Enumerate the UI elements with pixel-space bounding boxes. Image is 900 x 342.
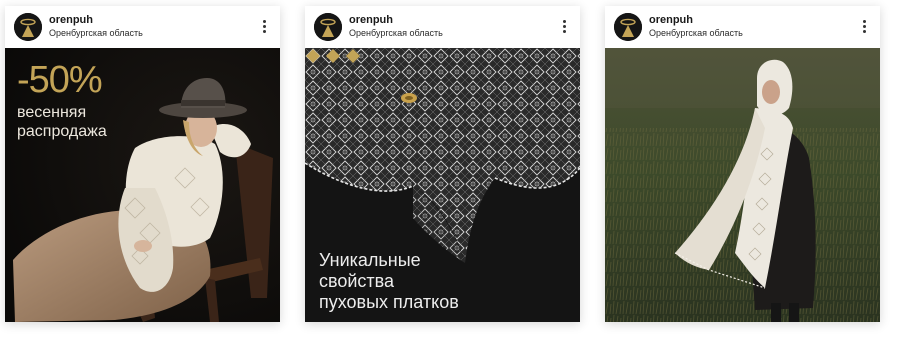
post-header: orenpuh Оренбургская область <box>605 6 880 48</box>
promo-line: распродажа <box>17 123 107 140</box>
avatar[interactable] <box>314 13 342 41</box>
gold-diamond-icon <box>306 49 320 63</box>
gold-halo-logo-icon <box>614 13 642 41</box>
post-card-spring-sale[interactable]: orenpuh Оренбургская область -50% весенн… <box>5 6 280 322</box>
post-header: orenpuh Оренбургская область <box>5 6 280 48</box>
more-options-icon[interactable] <box>258 18 270 36</box>
woman-in-field-photo <box>605 48 880 322</box>
post-image[interactable] <box>605 48 880 322</box>
gold-halo-logo-icon <box>14 13 42 41</box>
post-image[interactable]: Уникальные свойства пуховых платков <box>305 48 580 322</box>
headline-line: Уникальные <box>319 250 421 270</box>
headline-line: свойства <box>319 271 395 291</box>
headline-line: пуховых платков <box>319 292 459 312</box>
avatar[interactable] <box>14 13 42 41</box>
location[interactable]: Оренбургская область <box>649 28 743 39</box>
gold-diamond-icon <box>346 49 360 63</box>
post-card-field-shawl[interactable]: orenpuh Оренбургская область <box>605 6 880 322</box>
post-image[interactable]: -50% весенняя распродажа <box>5 48 280 322</box>
username[interactable]: orenpuh <box>49 14 93 27</box>
more-options-icon[interactable] <box>558 18 570 36</box>
location[interactable]: Оренбургская область <box>349 28 443 39</box>
promo-discount: -50% <box>17 59 103 101</box>
post-card-unique-properties[interactable]: orenpuh Оренбургская область Уникальные … <box>305 6 580 322</box>
username[interactable]: orenpuh <box>649 14 693 27</box>
location[interactable]: Оренбургская область <box>49 28 143 39</box>
promo-line: весенняя <box>17 104 87 121</box>
more-options-icon[interactable] <box>858 18 870 36</box>
username[interactable]: orenpuh <box>349 14 393 27</box>
avatar[interactable] <box>614 13 642 41</box>
gold-halo-logo-icon <box>314 13 342 41</box>
gold-diamonds-decoration <box>306 49 360 63</box>
post-header: orenpuh Оренбургская область <box>305 6 580 48</box>
gold-diamond-icon <box>326 49 340 63</box>
